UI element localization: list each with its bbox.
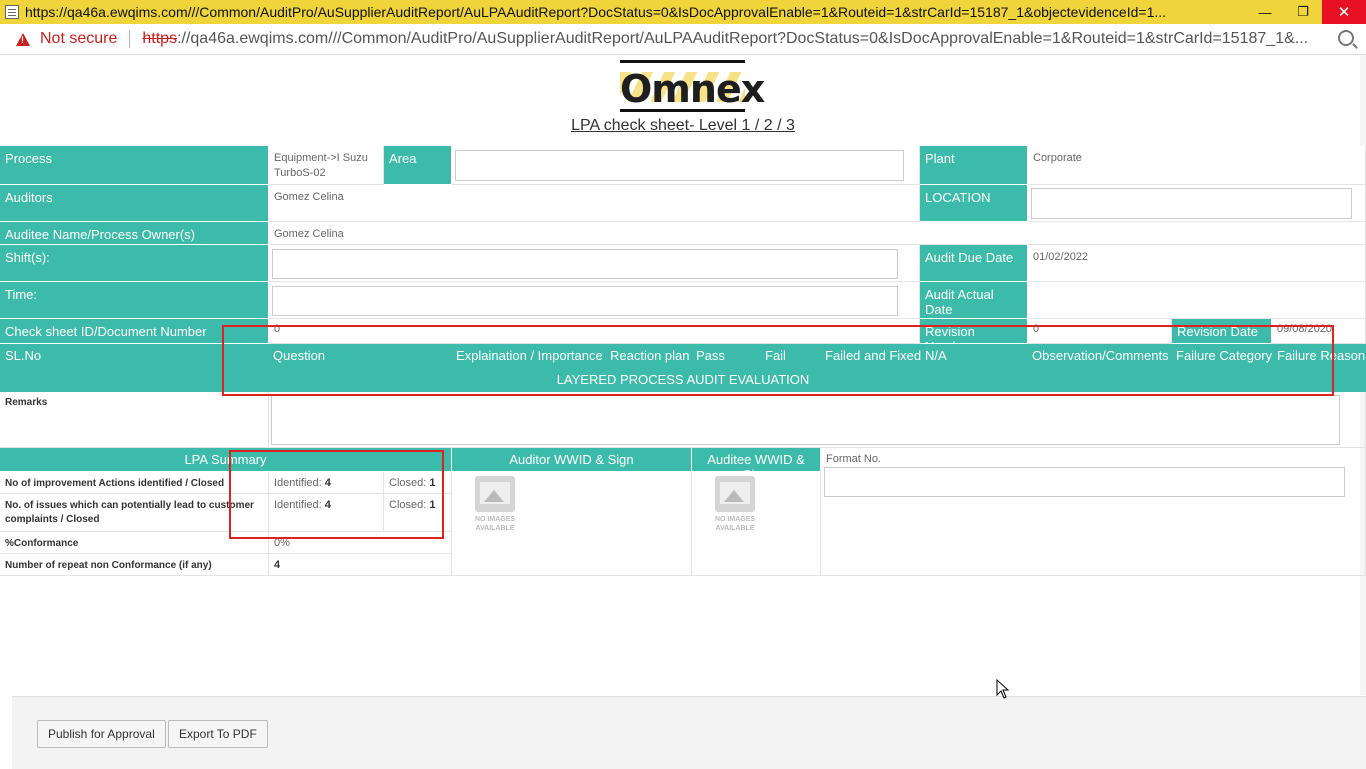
page-icon [5,5,19,19]
format-no-label: Format No. [826,453,882,465]
warning-icon: ! [16,32,30,46]
remarks-input[interactable] [271,395,1340,445]
auditee-no-image-icon: NO IMAGES AVAILABLE [711,476,759,538]
minimize-icon[interactable]: — [1246,0,1284,24]
audit-actual-date-label: Audit Actual Date [920,282,1028,319]
repeat-nonconformance-value: 4 [269,554,452,576]
sheet-title: LPA check sheet- Level 1 / 2 / 3 [571,117,795,134]
location-label: LOCATION [920,185,1028,222]
not-secure-label[interactable]: Not secure [40,30,117,48]
auditee-sign-title: Auditee WWID & Sign [692,448,821,482]
audit-due-date-label: Audit Due Date [920,245,1028,282]
address-bar: ! Not secure https://qa46a.ewqims.com///… [0,24,1366,55]
time-label: Time: [0,282,269,319]
no-image-text: NO IMAGES AVAILABLE [714,516,756,532]
shifts-label: Shift(s): [0,245,269,282]
footer-bar: Publish for Approval Export To PDF [12,696,1366,769]
logo-text: Omnex [620,67,765,111]
format-no-input[interactable] [824,467,1345,497]
process-value: Equipment->I Suzu TurboS-02 [269,146,384,185]
area-label: Area [384,146,452,185]
logo-top-bar [620,60,745,63]
export-to-pdf-button[interactable]: Export To PDF [168,720,268,748]
time-input[interactable] [272,286,898,316]
publish-for-approval-button[interactable]: Publish for Approval [37,720,166,748]
url-scheme: https [142,30,178,47]
auditor-no-image-icon: NO IMAGES AVAILABLE [471,476,519,538]
area-input[interactable] [455,150,904,181]
auditee-value: Gomez Celina [269,222,1366,245]
plant-label: Plant [920,146,1028,185]
shifts-input[interactable] [272,249,898,279]
highlight-box-evaluation [222,325,1334,396]
window-titlebar: https://qa46a.ewqims.com///Common/AuditP… [0,0,1366,24]
audit-due-date-value: 01/02/2022 [1028,245,1366,282]
repeat-nonconformance-label: Number of repeat non Conformance (if any… [0,554,269,576]
plant-value: Corporate [1028,146,1366,185]
col-sl-no: SL.No [5,348,42,363]
zoom-icon[interactable] [1338,30,1354,46]
process-label: Process [0,146,269,185]
window-title: https://qa46a.ewqims.com///Common/AuditP… [25,4,1167,20]
url-text[interactable]: https://qa46a.ewqims.com///Common/AuditP… [142,30,1322,48]
audit-actual-date-value [1028,282,1366,319]
address-separator [129,30,131,48]
auditors-label: Auditors [0,185,269,222]
close-icon[interactable]: ✕ [1322,0,1366,24]
auditor-sign-title: Auditor WWID & Sign [452,448,692,472]
highlight-box-summary [229,450,444,539]
auditee-label: Auditee Name/Process Owner(s) [0,222,269,245]
auditors-value: Gomez Celina [269,185,920,222]
window-controls: — ❐ ✕ [1246,0,1366,24]
remarks-label: Remarks [0,392,269,448]
omnex-logo: Omnex [620,60,765,112]
no-image-text: NO IMAGES AVAILABLE [474,516,516,532]
logo-bottom-bar [620,109,745,112]
url-rest: ://qa46a.ewqims.com///Common/AuditPro/Au… [177,30,1309,47]
restore-icon[interactable]: ❐ [1284,0,1322,24]
report-page: Omnex LPA check sheet- Level 1 / 2 / 3 P… [0,55,1366,769]
location-input[interactable] [1031,188,1352,219]
